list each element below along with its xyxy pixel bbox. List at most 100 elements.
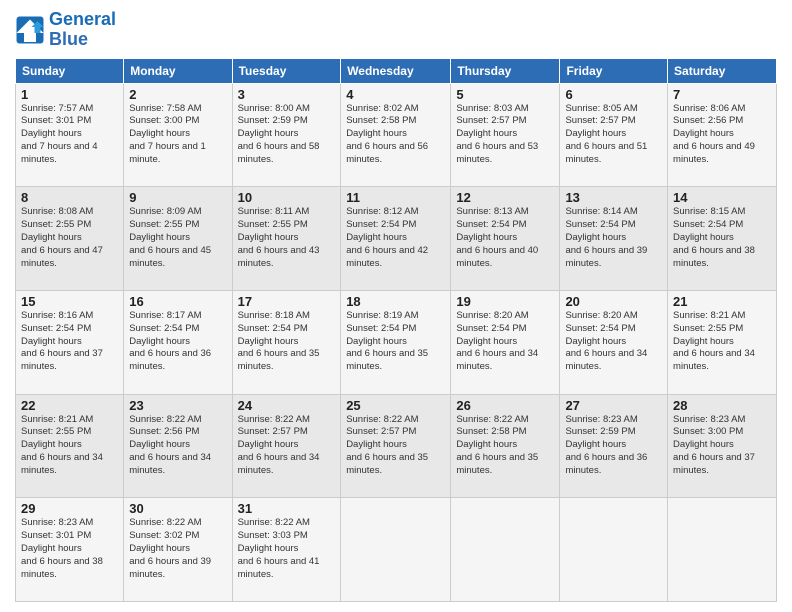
calendar-table: SundayMondayTuesdayWednesdayThursdayFrid…	[15, 58, 777, 602]
day-number: 30	[129, 501, 226, 516]
day-number: 4	[346, 87, 445, 102]
calendar-cell: 27 Sunrise: 8:23 AM Sunset: 2:59 PM Dayl…	[560, 394, 668, 498]
day-info: Sunrise: 8:00 AM Sunset: 2:59 PM Dayligh…	[238, 103, 336, 167]
day-info: Sunrise: 8:18 AM Sunset: 2:54 PM Dayligh…	[238, 310, 336, 374]
column-header-tuesday: Tuesday	[232, 58, 341, 83]
day-info: Sunrise: 8:22 AM Sunset: 2:57 PM Dayligh…	[238, 414, 336, 478]
day-info: Sunrise: 7:58 AM Sunset: 3:00 PM Dayligh…	[129, 103, 226, 167]
day-info: Sunrise: 8:16 AM Sunset: 2:54 PM Dayligh…	[21, 310, 118, 374]
logo: General Blue	[15, 10, 116, 50]
calendar-cell	[668, 498, 777, 602]
logo-text: General Blue	[49, 10, 116, 50]
calendar-cell: 5 Sunrise: 8:03 AM Sunset: 2:57 PM Dayli…	[451, 83, 560, 187]
column-header-wednesday: Wednesday	[341, 58, 451, 83]
day-number: 12	[456, 190, 554, 205]
calendar-cell: 23 Sunrise: 8:22 AM Sunset: 2:56 PM Dayl…	[124, 394, 232, 498]
day-number: 21	[673, 294, 771, 309]
day-number: 3	[238, 87, 336, 102]
day-info: Sunrise: 8:20 AM Sunset: 2:54 PM Dayligh…	[565, 310, 662, 374]
calendar-cell: 16 Sunrise: 8:17 AM Sunset: 2:54 PM Dayl…	[124, 290, 232, 394]
day-info: Sunrise: 8:19 AM Sunset: 2:54 PM Dayligh…	[346, 310, 445, 374]
day-number: 14	[673, 190, 771, 205]
day-number: 26	[456, 398, 554, 413]
calendar-cell: 29 Sunrise: 8:23 AM Sunset: 3:01 PM Dayl…	[16, 498, 124, 602]
day-info: Sunrise: 8:17 AM Sunset: 2:54 PM Dayligh…	[129, 310, 226, 374]
day-info: Sunrise: 8:20 AM Sunset: 2:54 PM Dayligh…	[456, 310, 554, 374]
calendar-cell: 6 Sunrise: 8:05 AM Sunset: 2:57 PM Dayli…	[560, 83, 668, 187]
day-info: Sunrise: 8:05 AM Sunset: 2:57 PM Dayligh…	[565, 103, 662, 167]
calendar-cell: 12 Sunrise: 8:13 AM Sunset: 2:54 PM Dayl…	[451, 187, 560, 291]
day-number: 19	[456, 294, 554, 309]
column-header-sunday: Sunday	[16, 58, 124, 83]
day-info: Sunrise: 8:23 AM Sunset: 2:59 PM Dayligh…	[565, 414, 662, 478]
day-number: 1	[21, 87, 118, 102]
day-info: Sunrise: 8:06 AM Sunset: 2:56 PM Dayligh…	[673, 103, 771, 167]
day-info: Sunrise: 8:08 AM Sunset: 2:55 PM Dayligh…	[21, 206, 118, 270]
day-number: 15	[21, 294, 118, 309]
column-header-saturday: Saturday	[668, 58, 777, 83]
day-number: 11	[346, 190, 445, 205]
day-number: 9	[129, 190, 226, 205]
calendar-cell: 18 Sunrise: 8:19 AM Sunset: 2:54 PM Dayl…	[341, 290, 451, 394]
day-number: 31	[238, 501, 336, 516]
calendar-cell: 4 Sunrise: 8:02 AM Sunset: 2:58 PM Dayli…	[341, 83, 451, 187]
day-number: 27	[565, 398, 662, 413]
day-number: 2	[129, 87, 226, 102]
day-info: Sunrise: 8:21 AM Sunset: 2:55 PM Dayligh…	[673, 310, 771, 374]
day-number: 16	[129, 294, 226, 309]
calendar-cell: 19 Sunrise: 8:20 AM Sunset: 2:54 PM Dayl…	[451, 290, 560, 394]
day-info: Sunrise: 8:09 AM Sunset: 2:55 PM Dayligh…	[129, 206, 226, 270]
column-header-friday: Friday	[560, 58, 668, 83]
calendar-cell: 31 Sunrise: 8:22 AM Sunset: 3:03 PM Dayl…	[232, 498, 341, 602]
day-info: Sunrise: 7:57 AM Sunset: 3:01 PM Dayligh…	[21, 103, 118, 167]
day-number: 22	[21, 398, 118, 413]
page: General Blue SundayMondayTuesdayWednesda…	[0, 0, 792, 612]
day-number: 7	[673, 87, 771, 102]
day-info: Sunrise: 8:22 AM Sunset: 3:03 PM Dayligh…	[238, 517, 336, 581]
day-info: Sunrise: 8:23 AM Sunset: 3:01 PM Dayligh…	[21, 517, 118, 581]
calendar-cell: 20 Sunrise: 8:20 AM Sunset: 2:54 PM Dayl…	[560, 290, 668, 394]
calendar-cell: 14 Sunrise: 8:15 AM Sunset: 2:54 PM Dayl…	[668, 187, 777, 291]
calendar-cell: 21 Sunrise: 8:21 AM Sunset: 2:55 PM Dayl…	[668, 290, 777, 394]
header: General Blue	[15, 10, 777, 50]
calendar-week-4: 22 Sunrise: 8:21 AM Sunset: 2:55 PM Dayl…	[16, 394, 777, 498]
calendar-week-3: 15 Sunrise: 8:16 AM Sunset: 2:54 PM Dayl…	[16, 290, 777, 394]
calendar-cell: 8 Sunrise: 8:08 AM Sunset: 2:55 PM Dayli…	[16, 187, 124, 291]
day-info: Sunrise: 8:11 AM Sunset: 2:55 PM Dayligh…	[238, 206, 336, 270]
logo-icon	[15, 15, 45, 45]
day-number: 24	[238, 398, 336, 413]
calendar-cell: 25 Sunrise: 8:22 AM Sunset: 2:57 PM Dayl…	[341, 394, 451, 498]
calendar-cell: 9 Sunrise: 8:09 AM Sunset: 2:55 PM Dayli…	[124, 187, 232, 291]
day-info: Sunrise: 8:13 AM Sunset: 2:54 PM Dayligh…	[456, 206, 554, 270]
day-info: Sunrise: 8:22 AM Sunset: 2:57 PM Dayligh…	[346, 414, 445, 478]
day-number: 5	[456, 87, 554, 102]
day-info: Sunrise: 8:14 AM Sunset: 2:54 PM Dayligh…	[565, 206, 662, 270]
calendar-cell: 1 Sunrise: 7:57 AM Sunset: 3:01 PM Dayli…	[16, 83, 124, 187]
day-number: 10	[238, 190, 336, 205]
day-info: Sunrise: 8:21 AM Sunset: 2:55 PM Dayligh…	[21, 414, 118, 478]
day-number: 25	[346, 398, 445, 413]
calendar-cell: 30 Sunrise: 8:22 AM Sunset: 3:02 PM Dayl…	[124, 498, 232, 602]
day-info: Sunrise: 8:22 AM Sunset: 3:02 PM Dayligh…	[129, 517, 226, 581]
day-number: 8	[21, 190, 118, 205]
column-header-thursday: Thursday	[451, 58, 560, 83]
calendar-cell	[560, 498, 668, 602]
calendar-header-row: SundayMondayTuesdayWednesdayThursdayFrid…	[16, 58, 777, 83]
day-info: Sunrise: 8:23 AM Sunset: 3:00 PM Dayligh…	[673, 414, 771, 478]
day-number: 20	[565, 294, 662, 309]
calendar-cell: 24 Sunrise: 8:22 AM Sunset: 2:57 PM Dayl…	[232, 394, 341, 498]
calendar-cell: 28 Sunrise: 8:23 AM Sunset: 3:00 PM Dayl…	[668, 394, 777, 498]
calendar-cell	[341, 498, 451, 602]
calendar-cell: 10 Sunrise: 8:11 AM Sunset: 2:55 PM Dayl…	[232, 187, 341, 291]
calendar-cell: 26 Sunrise: 8:22 AM Sunset: 2:58 PM Dayl…	[451, 394, 560, 498]
calendar-week-1: 1 Sunrise: 7:57 AM Sunset: 3:01 PM Dayli…	[16, 83, 777, 187]
calendar-cell: 7 Sunrise: 8:06 AM Sunset: 2:56 PM Dayli…	[668, 83, 777, 187]
calendar-cell: 13 Sunrise: 8:14 AM Sunset: 2:54 PM Dayl…	[560, 187, 668, 291]
day-number: 13	[565, 190, 662, 205]
day-number: 23	[129, 398, 226, 413]
day-number: 17	[238, 294, 336, 309]
calendar-week-2: 8 Sunrise: 8:08 AM Sunset: 2:55 PM Dayli…	[16, 187, 777, 291]
calendar-body: 1 Sunrise: 7:57 AM Sunset: 3:01 PM Dayli…	[16, 83, 777, 601]
day-info: Sunrise: 8:02 AM Sunset: 2:58 PM Dayligh…	[346, 103, 445, 167]
calendar-cell: 17 Sunrise: 8:18 AM Sunset: 2:54 PM Dayl…	[232, 290, 341, 394]
